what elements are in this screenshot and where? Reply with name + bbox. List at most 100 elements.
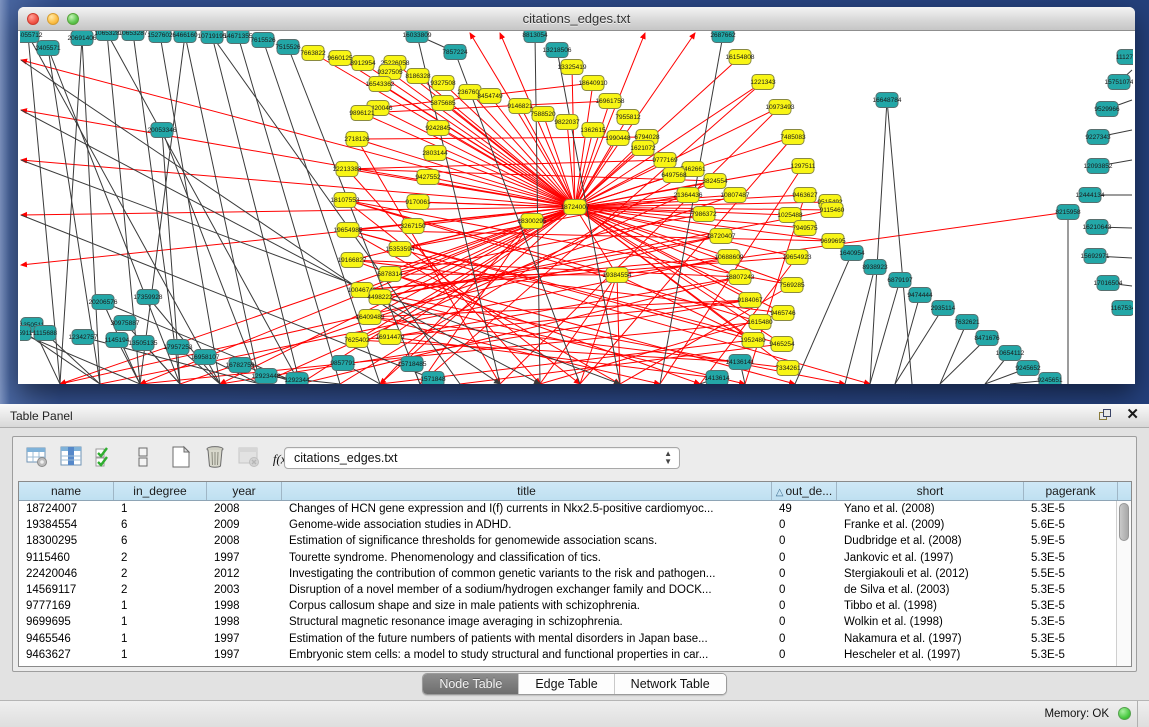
column-header-in_degree[interactable]: in_degree <box>114 482 207 500</box>
graph-node[interactable]: 1292344 <box>284 373 310 385</box>
graph-node[interactable]: 1065328 <box>94 31 120 41</box>
graph-node[interactable]: 14136141 <box>726 355 755 370</box>
graph-node[interactable]: 16958107 <box>191 350 220 365</box>
graph-node[interactable]: 8912954 <box>350 56 376 71</box>
graph-node[interactable]: 18720407 <box>707 229 736 244</box>
graph-node[interactable]: 8471676 <box>974 331 1000 346</box>
graph-node[interactable]: 10654112 <box>996 346 1025 361</box>
graph-node[interactable]: 15751074 <box>1105 75 1133 90</box>
graph-node[interactable]: 1167534 <box>1111 301 1133 316</box>
new-table-icon[interactable] <box>169 445 195 471</box>
close-panel-icon[interactable]: ✕ <box>1126 406 1139 424</box>
graph-node[interactable]: 12342757 <box>69 330 98 345</box>
graph-node[interactable]: 10807487 <box>721 188 750 203</box>
graph-edge[interactable] <box>260 181 715 384</box>
graph-edge[interactable] <box>21 160 620 384</box>
graph-node[interactable]: 18807243 <box>726 270 755 285</box>
graph-node[interactable]: 12923448 <box>252 369 281 384</box>
table-row[interactable]: 969969511998Structural magnetic resonanc… <box>19 614 1131 630</box>
graph-edge[interactable] <box>107 33 300 384</box>
graph-node[interactable]: 20053346 <box>148 123 177 138</box>
graph-edge[interactable] <box>212 36 300 384</box>
graph-node[interactable]: 16648784 <box>873 93 902 108</box>
graph-edge[interactable] <box>21 110 540 384</box>
graph-node[interactable]: 1615480 <box>747 315 773 330</box>
column-header-out_de[interactable]: △out_de... <box>772 482 837 500</box>
graph-node[interactable]: 9465746 <box>770 306 796 321</box>
table-row[interactable]: 946362711997Embryonic stem cells: a mode… <box>19 647 1131 663</box>
graph-node[interactable]: 16210643 <box>1083 220 1112 235</box>
graph-node[interactable]: 16961758 <box>596 94 625 109</box>
graph-edge[interactable] <box>140 35 185 384</box>
window-titlebar[interactable]: citations_edges.txt <box>18 7 1135 31</box>
graph-node[interactable]: 1952480 <box>740 333 766 348</box>
graph-node[interactable]: 4498222 <box>367 290 393 305</box>
row-height-icon[interactable] <box>131 445 157 471</box>
graph-node[interactable]: 18107553 <box>331 193 360 208</box>
graph-node[interactable]: 9245652 <box>1015 361 1041 376</box>
select-rows-icon[interactable] <box>93 445 119 471</box>
graph-node[interactable]: 10719195 <box>198 31 227 44</box>
graph-edge[interactable] <box>238 36 340 384</box>
scrollbar-thumb[interactable] <box>1119 503 1129 541</box>
float-window-icon[interactable] <box>1099 409 1113 423</box>
graph-edge[interactable] <box>895 308 943 384</box>
graph-node[interactable]: 8938923 <box>862 260 888 275</box>
graph-node[interactable]: 1297511 <box>791 159 816 174</box>
graph-node[interactable]: 9857791 <box>330 356 356 371</box>
graph-node[interactable]: 19654923 <box>783 250 812 265</box>
graph-node[interactable]: 2718126 <box>344 132 370 147</box>
table-row[interactable]: 2242004622012Investigating the contribut… <box>19 566 1131 582</box>
graph-node[interactable]: 15718485 <box>398 357 427 372</box>
graph-edge[interactable] <box>617 275 620 384</box>
graph-node[interactable]: 20691406 <box>68 31 97 46</box>
graph-node[interactable]: 8215958 <box>1055 205 1081 220</box>
graph-edge[interactable] <box>370 317 660 384</box>
tab-edge-table[interactable]: Edge Table <box>519 674 614 694</box>
graph-node[interactable]: 1115688 <box>33 326 58 341</box>
graph-node[interactable]: 9327508 <box>430 76 456 91</box>
graph-node[interactable]: 18640910 <box>579 76 608 91</box>
tab-node-table[interactable]: Node Table <box>423 674 519 694</box>
graph-node[interactable]: 1571848 <box>420 372 446 385</box>
graph-node[interactable]: 2405571 <box>35 41 61 56</box>
graph-node[interactable]: 7949575 <box>792 221 818 236</box>
graph-node[interactable]: 16409489 <box>356 310 385 325</box>
table-selector-dropdown[interactable]: citations_edges.txt ▲▼ <box>284 447 680 469</box>
table-row[interactable]: 1872400712008Changes of HCN gene express… <box>19 501 1131 517</box>
select-columns-icon[interactable] <box>59 445 85 471</box>
graph-node[interactable]: 17016504 <box>1094 276 1123 291</box>
graph-node[interactable]: 3267150 <box>400 219 426 234</box>
graph-node[interactable]: 20206576 <box>89 295 118 310</box>
graph-node[interactable]: 7632621 <box>954 315 980 330</box>
graph-node[interactable]: 1640954 <box>839 246 865 261</box>
table-settings-icon[interactable] <box>25 445 51 471</box>
graph-node[interactable]: 1413614 <box>704 371 730 385</box>
graph-node[interactable]: 12213383 <box>333 162 362 177</box>
column-header-year[interactable]: year <box>207 482 282 500</box>
column-header-short[interactable]: short <box>837 482 1024 500</box>
graph-node[interactable]: 13325419 <box>558 60 587 75</box>
graph-node[interactable]: 14671355 <box>224 31 253 44</box>
column-header-title[interactable]: title <box>282 482 772 500</box>
graph-node[interactable]: 1112734 <box>1116 50 1133 65</box>
graph-edge[interactable] <box>940 322 967 384</box>
graph-node[interactable]: 9896121 <box>349 106 375 121</box>
graph-node[interactable]: 9427552 <box>415 170 441 185</box>
graph-node[interactable]: 3915911 <box>20 326 33 341</box>
graph-node[interactable]: 1145194 <box>105 333 130 348</box>
graph-node[interactable]: 5875685 <box>430 96 456 111</box>
graph-node[interactable]: 7569285 <box>779 278 805 293</box>
graph-edge[interactable] <box>535 35 540 384</box>
tab-network-table[interactable]: Network Table <box>615 674 726 694</box>
graph-edge[interactable] <box>887 100 912 384</box>
graph-node[interactable]: 13218506 <box>543 43 572 58</box>
table-row[interactable]: 946554611997Estimation of the future num… <box>19 631 1131 647</box>
graph-node[interactable]: 1990448 <box>605 131 631 146</box>
graph-edge[interactable] <box>21 207 575 215</box>
graph-edge[interactable] <box>380 84 575 207</box>
graph-node[interactable]: 1621072 <box>630 141 656 156</box>
graph-node[interactable]: 10688609 <box>715 250 744 265</box>
graph-node[interactable]: 7663822 <box>300 46 326 61</box>
graph-node[interactable]: 7615526 <box>250 33 276 48</box>
